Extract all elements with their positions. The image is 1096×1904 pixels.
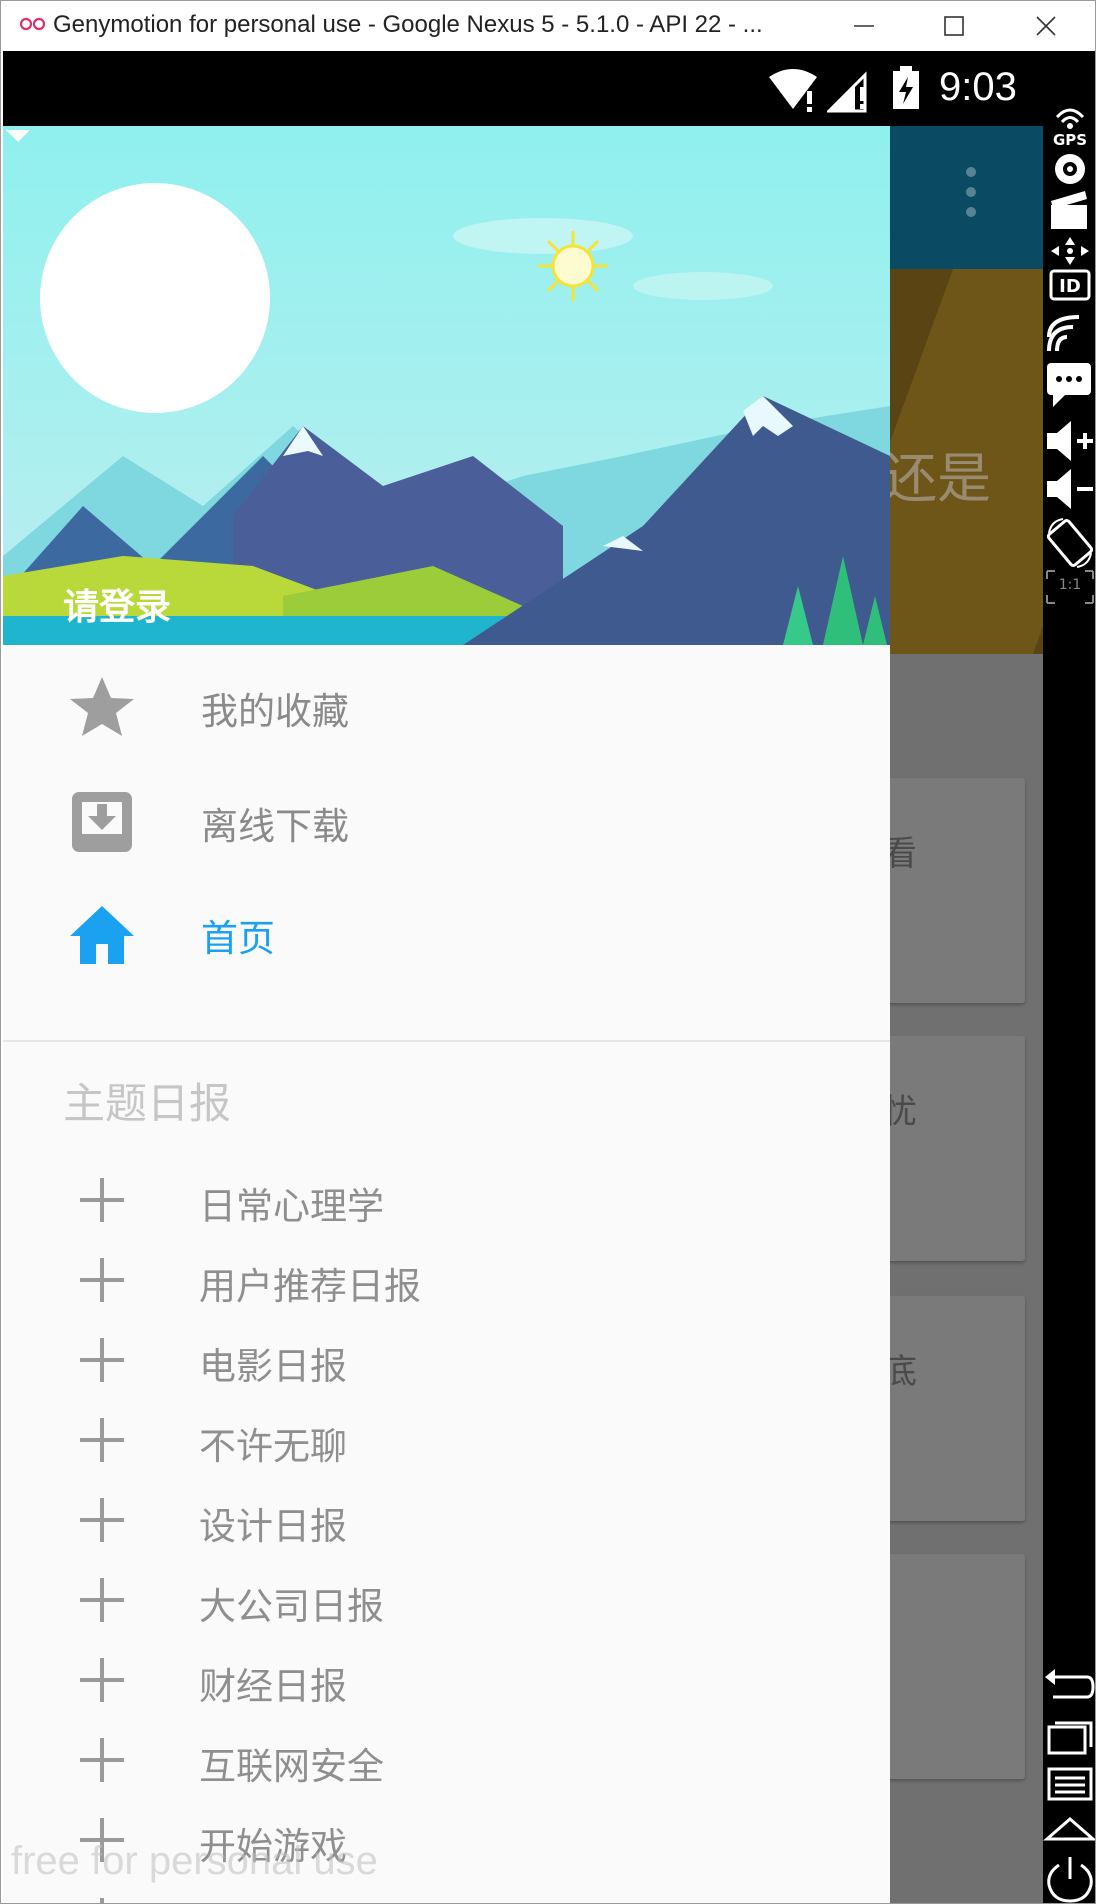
section-title: 主题日报 — [63, 1079, 232, 1128]
gps-label: GPS — [1053, 131, 1087, 149]
nav-item-label: 首页 — [201, 917, 275, 960]
nav-item-label: 我的收藏 — [201, 690, 349, 733]
background-card — [883, 1554, 1025, 1779]
id-label: ID — [1059, 276, 1081, 297]
minimize-icon — [854, 25, 874, 27]
genymotion-logo-icon — [19, 17, 46, 31]
rotate-icon[interactable] — [1043, 517, 1096, 569]
background-card: 看 — [883, 778, 1025, 1003]
watermark: free for personal use — [11, 1839, 378, 1883]
window-title: Genymotion for personal use - Google Nex… — [53, 11, 763, 38]
add-icon[interactable] — [78, 1576, 126, 1624]
drawer-header: 请登录 — [3, 126, 890, 645]
gps-icon[interactable]: GPS — [1043, 99, 1096, 185]
download-icon — [72, 792, 132, 852]
theme-item-label: 日常心理学 — [199, 1185, 384, 1228]
theme-item-label: 大公司日报 — [199, 1585, 384, 1628]
navigation-drawer: 请登录 我的收藏 离线下载 首页 主题日报 日常心理学 用户推荐日报 电影日报 … — [3, 126, 890, 1904]
add-icon[interactable] — [78, 1416, 126, 1464]
divider — [3, 1040, 890, 1042]
theme-item[interactable]: 用户推荐日报 — [3, 1242, 890, 1322]
add-icon[interactable] — [78, 1496, 126, 1544]
power-icon[interactable] — [1043, 1853, 1096, 1904]
overflow-menu-icon — [966, 167, 976, 217]
header-landscape-image — [3, 126, 890, 645]
background-card: 底 — [883, 1296, 1025, 1521]
add-icon[interactable] — [78, 1736, 126, 1784]
theme-item-label: 财经日报 — [199, 1665, 347, 1708]
status-time: 9:03 — [939, 65, 1017, 109]
window-title-bar: Genymotion for personal use - Google Nex… — [1, 1, 1095, 51]
theme-item-label: 用户推荐日报 — [199, 1265, 421, 1308]
signal-icon — [827, 71, 867, 113]
nav-item-favorites[interactable]: 我的收藏 — [3, 651, 890, 761]
sms-icon[interactable] — [1043, 357, 1096, 411]
add-icon[interactable] — [78, 1656, 126, 1704]
theme-item[interactable]: 互联网安全 — [3, 1722, 890, 1802]
emulator-sidebar: GPS ID 1:1 — [1043, 51, 1096, 1904]
background-banner-text: 还是 — [883, 447, 991, 510]
theme-item[interactable]: 财经日报 — [3, 1642, 890, 1722]
volume-down-icon[interactable] — [1043, 465, 1096, 513]
theme-item-label: 不许无聊 — [199, 1425, 347, 1468]
nav-item-home[interactable]: 首页 — [3, 878, 890, 988]
capture-icon[interactable] — [1043, 185, 1096, 235]
star-icon — [70, 677, 134, 736]
volume-up-icon[interactable] — [1043, 417, 1096, 465]
scale-icon[interactable]: 1:1 — [1043, 569, 1096, 605]
status-bar: 9:03 — [3, 51, 1043, 126]
theme-item-label: 音乐日报 — [199, 1896, 347, 1903]
maximize-button[interactable] — [909, 1, 999, 51]
theme-item[interactable]: 不许无聊 — [3, 1402, 890, 1482]
close-icon — [1036, 16, 1056, 36]
cast-icon[interactable] — [1043, 307, 1096, 359]
home-icon — [70, 906, 134, 964]
theme-item-label: 电影日报 — [199, 1345, 347, 1388]
device-screen: 9:03 还是 看 忧 底 请登录 我的收藏 离线下载 首页 主题日报 日常心理… — [3, 51, 1043, 1904]
nav-item-label: 离线下载 — [201, 805, 349, 848]
theme-item[interactable]: 大公司日报 — [3, 1562, 890, 1642]
add-icon[interactable] — [78, 1896, 126, 1904]
emulator-window: Genymotion for personal use - Google Nex… — [0, 0, 1096, 1904]
account-dropdown-icon[interactable] — [3, 126, 33, 146]
login-prompt[interactable]: 请登录 — [63, 578, 171, 630]
minimize-button[interactable] — [819, 1, 909, 51]
menu-icon[interactable] — [1043, 1761, 1096, 1805]
add-icon[interactable] — [78, 1336, 126, 1384]
recent-apps-icon[interactable] — [1043, 1713, 1096, 1757]
theme-item-label: 设计日报 — [199, 1505, 347, 1548]
nav-item-offline-download[interactable]: 离线下载 — [3, 766, 890, 876]
theme-item[interactable]: 电影日报 — [3, 1322, 890, 1402]
home-icon[interactable] — [1043, 1809, 1096, 1853]
theme-item-label: 互联网安全 — [199, 1745, 384, 1788]
add-icon[interactable] — [78, 1176, 126, 1224]
battery-charging-icon — [893, 66, 919, 109]
back-icon[interactable] — [1043, 1665, 1096, 1709]
scale-label: 1:1 — [1059, 577, 1082, 593]
theme-item[interactable]: 日常心理学 — [3, 1162, 890, 1242]
close-button[interactable] — [1001, 1, 1091, 51]
theme-item[interactable]: 设计日报 — [3, 1482, 890, 1562]
dpad-icon[interactable]: ID — [1043, 235, 1096, 301]
theme-item[interactable]: 音乐日报 — [3, 1882, 890, 1904]
background-card: 忧 — [883, 1036, 1025, 1261]
add-icon[interactable] — [78, 1256, 126, 1304]
maximize-icon — [944, 16, 964, 36]
wifi-icon — [769, 69, 817, 112]
